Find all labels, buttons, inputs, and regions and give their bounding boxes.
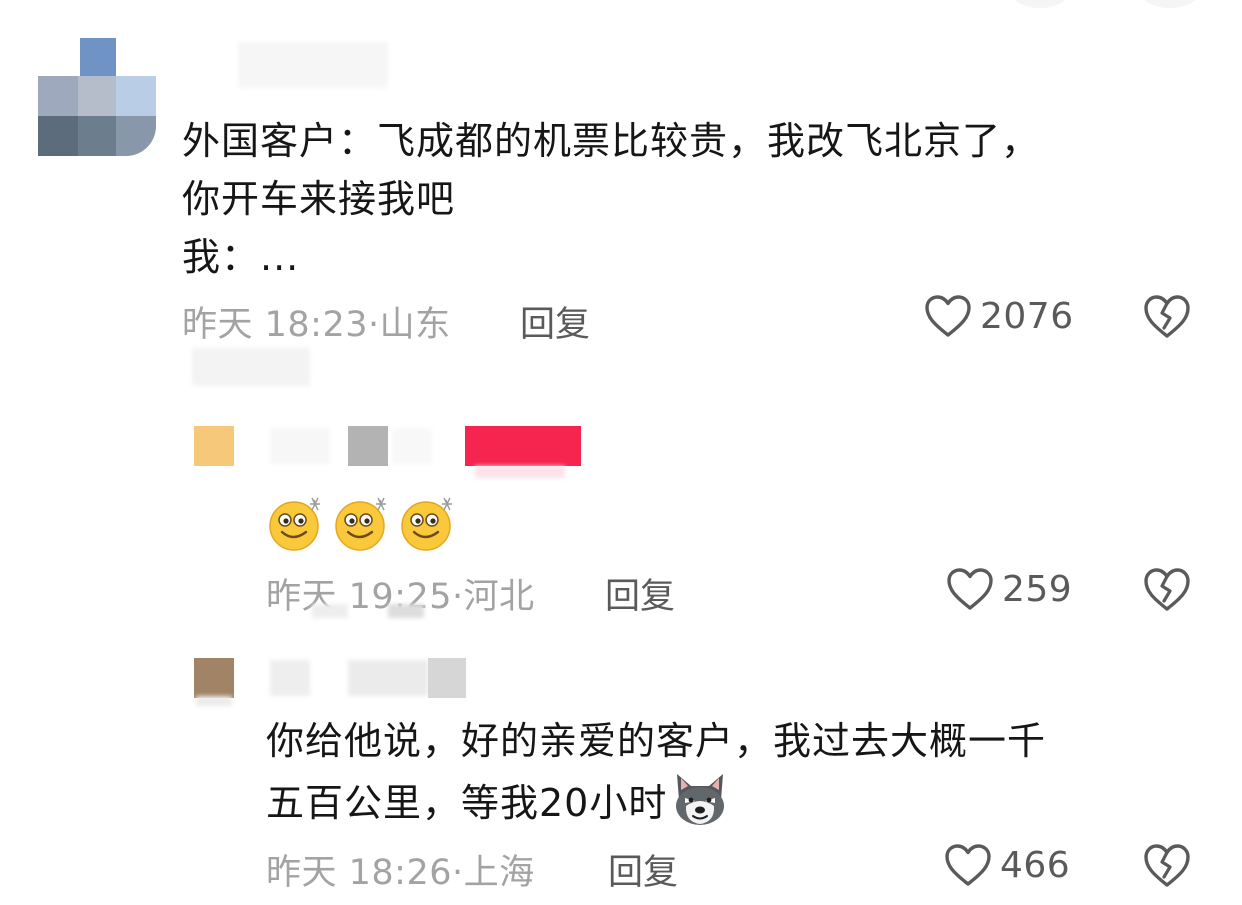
broken-heart-icon (1144, 568, 1190, 611)
username-pixel-block (348, 426, 388, 466)
heart-outline-icon (925, 295, 971, 337)
comment-time: 昨天 18:26 (266, 853, 452, 893)
smiley-emoji-icon (401, 497, 452, 551)
comment-location: 上海 (463, 853, 535, 893)
dislike-button[interactable] (1143, 843, 1191, 893)
meta-artifact (312, 604, 348, 618)
avatar-shadow (196, 696, 232, 706)
avatar-pixelated[interactable] (38, 38, 156, 156)
like-count: 259 (1002, 568, 1073, 610)
avatar[interactable] (194, 658, 234, 698)
avatar[interactable] (194, 426, 234, 466)
comment-time: 昨天 19:25 (266, 577, 452, 617)
heart-outline-icon (945, 844, 991, 886)
top-action-circle-2 (1140, 0, 1200, 8)
meta-dot: · (452, 577, 464, 617)
meta-dot: · (368, 305, 380, 345)
reply-button[interactable]: 回复 (520, 296, 590, 347)
comment-text: 你给他说，好的亲爱的客户，我过去大概一千 五百公里，等我20小时 (266, 712, 1046, 832)
broken-heart-icon (1144, 844, 1190, 887)
username-blurred-2 (348, 660, 428, 696)
dislike-button[interactable] (1143, 567, 1191, 617)
username-pixel-block (428, 658, 466, 698)
smiley-emoji-icon (335, 497, 386, 551)
comment-text: 外国客户：飞成都的机票比较贵，我改飞北京了， 你开车来接我吧 我：... (182, 119, 1041, 279)
username-blurred-2 (392, 428, 432, 464)
like-button[interactable]: 2076 (924, 294, 1074, 338)
comment-location: 山东 (379, 305, 451, 345)
comment-meta: 昨天 18:23·山东 (182, 296, 451, 347)
meta-artifact-2 (388, 604, 424, 618)
smiley-emoji-icon (269, 497, 320, 551)
husky-dog-emoji-icon (676, 774, 725, 825)
comment-time: 昨天 18:23 (182, 305, 368, 345)
username-blurred[interactable] (238, 42, 388, 88)
author-badge (465, 426, 581, 466)
reply-button[interactable]: 回复 (608, 844, 678, 895)
broken-heart-icon (1144, 295, 1190, 338)
like-count: 2076 (980, 295, 1074, 337)
expand-replies-blurred[interactable] (192, 348, 310, 386)
reply-button[interactable]: 回复 (605, 568, 675, 619)
heart-outline-icon (947, 568, 993, 610)
comment-meta: 昨天 18:26·上海 (266, 844, 535, 895)
badge-shadow (475, 466, 565, 478)
username-blurred[interactable] (270, 660, 310, 696)
like-count: 466 (1000, 844, 1071, 886)
meta-dot: · (452, 853, 464, 893)
top-action-circle-1 (1010, 0, 1070, 8)
comment-location: 河北 (463, 577, 535, 617)
like-button[interactable]: 466 (944, 843, 1070, 887)
username-blurred[interactable] (270, 428, 330, 464)
dislike-button[interactable] (1143, 294, 1191, 344)
like-button[interactable]: 259 (946, 567, 1072, 611)
comment-text-body: 你给他说，好的亲爱的客户，我过去大概一千 五百公里，等我20小时 (266, 719, 1047, 825)
